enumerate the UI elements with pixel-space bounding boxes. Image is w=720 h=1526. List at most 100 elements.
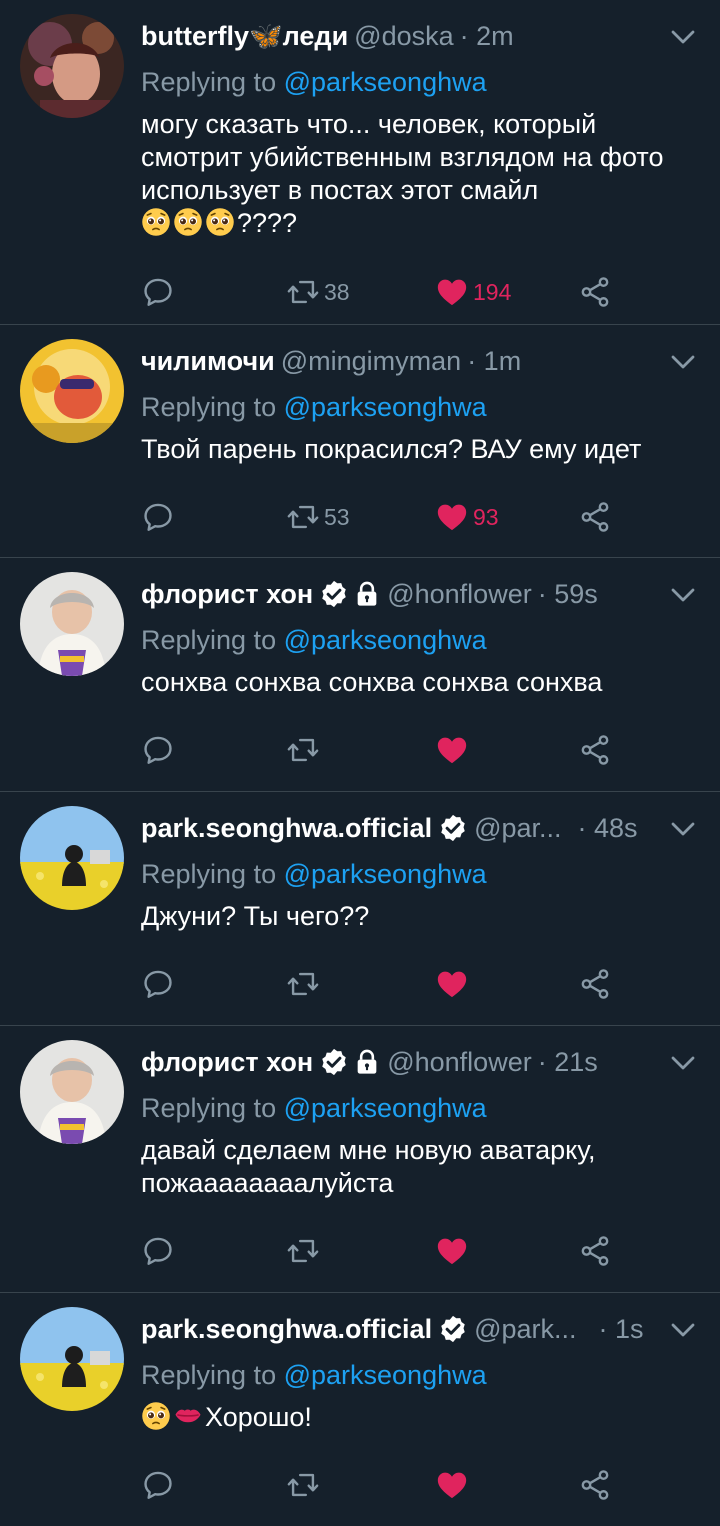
author-name[interactable]: park.seonghwa.official	[141, 1311, 432, 1347]
author-handle[interactable]: @mingimyman	[281, 343, 461, 379]
author-handle[interactable]: @par...	[474, 810, 561, 846]
lock-icon	[353, 1047, 381, 1077]
tweet[interactable]: butterfly🦋леди @doska · 2m Replying to @…	[0, 0, 720, 325]
avatar[interactable]	[20, 1040, 124, 1144]
timestamp[interactable]: · 48s	[578, 810, 638, 846]
tweet-actions	[141, 730, 700, 770]
tweet-actions	[141, 964, 700, 1004]
chevron-down-icon[interactable]	[668, 1315, 698, 1345]
share-button[interactable]	[578, 733, 612, 767]
avatar[interactable]	[20, 572, 124, 676]
tweet[interactable]: чилимочи @mingimyman · 1m Replying to @p…	[0, 325, 720, 558]
mention-link[interactable]: @parkseonghwa	[284, 392, 487, 422]
tweet-actions: 53 93	[141, 497, 700, 537]
author-name[interactable]: флорист хон	[141, 576, 313, 612]
tweet[interactable]: park.seonghwa.official @park... · 1s Rep…	[0, 1293, 720, 1526]
like-button[interactable]	[435, 1468, 469, 1502]
retweet-button[interactable]	[286, 1468, 320, 1502]
share-icon	[578, 733, 612, 767]
pleading-face-emoji	[141, 207, 171, 237]
like-button[interactable]: 194	[435, 275, 511, 309]
avatar[interactable]	[20, 806, 124, 910]
retweet-count: 38	[324, 278, 350, 305]
reply-icon	[141, 733, 175, 767]
author-name[interactable]: park.seonghwa.official	[141, 810, 432, 846]
author-name[interactable]: чилимочи	[141, 343, 275, 379]
reply-icon	[141, 1468, 175, 1502]
author-handle[interactable]: @doska	[354, 18, 453, 54]
timestamp[interactable]: · 2m	[460, 18, 514, 54]
tweet-text-line: могу сказать что... человек, который	[141, 109, 597, 139]
author-name[interactable]: butterfly🦋леди	[141, 18, 348, 54]
like-button[interactable]	[435, 967, 469, 1001]
chevron-down-icon[interactable]	[668, 1048, 698, 1078]
tweet-text: могу сказать что... человек, который смо…	[141, 108, 700, 240]
retweet-icon	[286, 733, 320, 767]
retweet-icon	[286, 275, 320, 309]
mention-link[interactable]: @parkseonghwa	[284, 859, 487, 889]
share-button[interactable]	[578, 275, 612, 309]
reply-button[interactable]	[141, 733, 175, 767]
avatar[interactable]	[20, 14, 124, 118]
tweet[interactable]: флорист хон @honflower · 21s Replying to…	[0, 1026, 720, 1293]
avatar[interactable]	[20, 339, 124, 443]
author-name[interactable]: флорист хон	[141, 1044, 313, 1080]
retweet-icon	[286, 967, 320, 1001]
retweet-button[interactable]: 38	[286, 275, 350, 309]
timestamp[interactable]: · 1s	[599, 1311, 644, 1347]
retweet-count: 53	[324, 503, 350, 530]
avatar[interactable]	[20, 1307, 124, 1411]
mention-link[interactable]: @parkseonghwa	[284, 67, 487, 97]
retweet-icon	[286, 1468, 320, 1502]
retweet-button[interactable]	[286, 967, 320, 1001]
pleading-face-emoji	[141, 1401, 171, 1431]
kiss-mark-emoji	[173, 1401, 203, 1431]
reply-icon	[141, 1234, 175, 1268]
tweet-actions	[141, 1231, 700, 1271]
reply-button[interactable]	[141, 1234, 175, 1268]
heart-icon	[435, 733, 469, 767]
mention-link[interactable]: @parkseonghwa	[284, 625, 487, 655]
share-button[interactable]	[578, 500, 612, 534]
retweet-button[interactable]: 53	[286, 500, 350, 534]
share-button[interactable]	[578, 1468, 612, 1502]
retweet-button[interactable]	[286, 733, 320, 767]
timestamp[interactable]: · 21s	[538, 1044, 598, 1080]
chevron-down-icon[interactable]	[668, 580, 698, 610]
tweet[interactable]: park.seonghwa.official @par... · 48s Rep…	[0, 792, 720, 1026]
retweet-icon	[286, 500, 320, 534]
tweet-actions: 38 194	[141, 272, 700, 312]
author-handle[interactable]: @honflower	[387, 1044, 531, 1080]
heart-icon	[435, 967, 469, 1001]
replying-to: Replying to @parkseonghwa	[141, 1090, 700, 1126]
tweet-text-line: пожаааааааалуйста	[141, 1168, 394, 1198]
reply-button[interactable]	[141, 275, 175, 309]
chevron-down-icon[interactable]	[668, 347, 698, 377]
reply-button[interactable]	[141, 1468, 175, 1502]
timestamp[interactable]: · 59s	[538, 576, 598, 612]
timestamp[interactable]: · 1m	[467, 343, 521, 379]
chevron-down-icon[interactable]	[668, 22, 698, 52]
chevron-down-icon[interactable]	[668, 814, 698, 844]
tweet-text-line: давай сделаем мне новую аватарку,	[141, 1135, 596, 1165]
retweet-button[interactable]	[286, 1234, 320, 1268]
like-button[interactable]	[435, 733, 469, 767]
replying-to: Replying to @parkseonghwa	[141, 389, 700, 425]
like-button[interactable]	[435, 1234, 469, 1268]
replying-to: Replying to @parkseonghwa	[141, 1357, 700, 1393]
author-handle[interactable]: @honflower	[387, 576, 531, 612]
tweet-text: Джуни? Ты чего??	[141, 901, 370, 931]
tweet-text: Твой парень покрасился? ВАУ ему идет	[141, 434, 642, 464]
mention-link[interactable]: @parkseonghwa	[284, 1093, 487, 1123]
replying-to-label: Replying to	[141, 625, 284, 655]
replying-to: Replying to @parkseonghwa	[141, 64, 700, 100]
reply-button[interactable]	[141, 967, 175, 1001]
reply-button[interactable]	[141, 500, 175, 534]
like-button[interactable]: 93	[435, 500, 499, 534]
author-handle[interactable]: @park...	[474, 1311, 576, 1347]
share-button[interactable]	[578, 1234, 612, 1268]
tweet[interactable]: флорист хон @honflower · 59s Replying to…	[0, 558, 720, 792]
tweet-text: давай сделаем мне новую аватарку, пожааа…	[141, 1134, 700, 1200]
mention-link[interactable]: @parkseonghwa	[284, 1360, 487, 1390]
share-button[interactable]	[578, 967, 612, 1001]
